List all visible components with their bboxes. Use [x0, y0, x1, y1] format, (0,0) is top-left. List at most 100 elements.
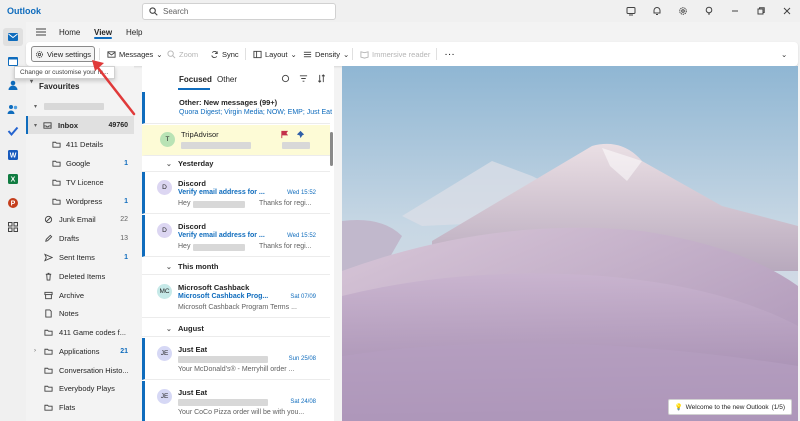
app-rail: W X P	[0, 22, 26, 421]
folder-applications[interactable]: › Applications 21	[26, 342, 134, 360]
tab-other[interactable]: Other	[217, 75, 237, 84]
folder-tv-licence[interactable]: TV Licence	[26, 173, 134, 191]
pencil-icon	[45, 234, 53, 242]
message-item[interactable]: D Discord Verify email address for ... W…	[142, 215, 330, 257]
message-item[interactable]: JE Just Eat Sat 24/08 Your CoCo Pizza or…	[142, 381, 330, 421]
tab-view[interactable]: View	[94, 28, 112, 37]
folder-google[interactable]: Google 1	[26, 154, 134, 172]
account-row[interactable]: ▾	[26, 97, 134, 115]
note-icon	[45, 308, 52, 318]
folder-sent-items[interactable]: Sent Items 1	[26, 248, 134, 266]
folder-411-game-codes[interactable]: 411 Game codes f...	[26, 323, 134, 341]
app-title: Outlook	[7, 6, 41, 16]
folder-411-details[interactable]: 411 Details	[26, 135, 134, 153]
folder-deleted-items[interactable]: Deleted Items	[26, 267, 134, 285]
folder-drafts[interactable]: Drafts 13	[26, 229, 134, 247]
scrollbar[interactable]	[330, 132, 333, 166]
zoom-button[interactable]: Zoom	[164, 46, 201, 62]
focused-underline	[178, 88, 210, 90]
folder-count: 49760	[108, 121, 128, 129]
folder-notes[interactable]: Notes	[26, 304, 134, 322]
gear-icon	[36, 50, 43, 58]
word-icon[interactable]: W	[3, 146, 23, 164]
more-options-button[interactable]: ···	[442, 46, 459, 62]
avatar: JE	[157, 389, 172, 404]
group-this-month[interactable]: ⌄ This month	[142, 259, 330, 275]
message-item[interactable]: JE Just Eat Sun 25/08 Your McDonald's® -…	[142, 338, 330, 380]
message-item[interactable]: D Discord Verify email address for ... W…	[142, 172, 330, 214]
layout-label: Layout	[265, 49, 288, 59]
filter-icon[interactable]	[299, 74, 308, 83]
folder-name: TV Licence	[66, 177, 104, 187]
sync-button[interactable]: Sync	[207, 46, 242, 62]
message-item[interactable]: MC Microsoft Cashback Microsoft Cashback…	[142, 276, 330, 318]
minimize-icon[interactable]	[722, 0, 748, 22]
messages-label: Messages	[119, 49, 154, 59]
pin-icon[interactable]	[296, 130, 305, 139]
hamburger-menu-icon[interactable]	[36, 28, 46, 38]
subject: Verify email address for ...	[178, 189, 265, 196]
sender: Discord	[178, 179, 206, 188]
messages-button[interactable]: Messages ⌄	[104, 46, 165, 62]
close-icon[interactable]	[774, 0, 800, 22]
group-label: August	[178, 324, 204, 333]
preview: Hey	[178, 200, 191, 207]
folder-junk-email[interactable]: Junk Email 22	[26, 210, 134, 228]
powerpoint-icon[interactable]: P	[3, 194, 23, 212]
group-yesterday[interactable]: ⌄ Yesterday	[142, 156, 330, 172]
meet-now-icon[interactable]	[618, 0, 644, 22]
collapse-ribbon-button[interactable]: ⌄	[778, 46, 790, 62]
chevron-down-icon: ▾	[30, 79, 34, 85]
avatar: D	[157, 223, 172, 238]
avatar: MC	[157, 284, 172, 299]
lightbulb-icon: 💡	[674, 404, 683, 411]
folder-archive[interactable]: Archive	[26, 286, 134, 304]
select-all-icon[interactable]	[281, 74, 290, 83]
mail-icon[interactable]	[3, 28, 23, 46]
group-august[interactable]: ⌄ August	[142, 321, 330, 337]
folder-everybody-plays[interactable]: Everybody Plays	[26, 379, 134, 397]
chevron-down-icon: ⌄	[781, 49, 788, 59]
divider	[99, 48, 100, 60]
excel-icon[interactable]: X	[3, 170, 23, 188]
immersive-reader-button[interactable]: Immersive reader	[357, 46, 433, 62]
folder-inbox[interactable]: ▾ Inbox 49760	[26, 116, 134, 134]
search-box[interactable]: Search	[142, 3, 336, 20]
message-item[interactable]: T TripAdvisor	[142, 125, 330, 156]
settings-gear-icon[interactable]	[670, 0, 696, 22]
folder-wordpress[interactable]: Wordpress 1	[26, 192, 134, 210]
todo-icon[interactable]	[3, 122, 23, 140]
restore-icon[interactable]	[748, 0, 774, 22]
notifications-bell-icon[interactable]	[644, 0, 670, 22]
folder-name: Deleted Items	[59, 271, 106, 281]
layout-icon	[253, 50, 262, 58]
toolbar: View settings Messages ⌄ Zoom Sync Layou…	[26, 42, 798, 66]
title-bar: Outlook Search	[0, 0, 800, 22]
flag-icon[interactable]	[280, 130, 289, 139]
view-settings-button[interactable]: View settings	[31, 46, 96, 62]
more-apps-icon[interactable]	[3, 218, 23, 236]
tab-focused[interactable]: Focused	[179, 75, 212, 84]
tab-home[interactable]: Home	[59, 28, 80, 37]
folder-flats[interactable]: Flats	[26, 398, 134, 416]
tab-help[interactable]: Help	[126, 28, 142, 37]
ribbon-tabs: Home View Help	[26, 22, 800, 42]
archive-icon	[44, 291, 53, 299]
groups-icon[interactable]	[3, 100, 23, 118]
date: Sat 07/09	[290, 294, 316, 300]
tips-lightbulb-icon[interactable]	[696, 0, 722, 22]
folder-name: Wordpress	[66, 196, 103, 206]
density-button[interactable]: Density ⌄	[300, 46, 352, 62]
other-banner[interactable]: Other: New messages (99+) Quora Digest; …	[142, 92, 332, 124]
sort-icon[interactable]	[317, 74, 326, 83]
folder-name: Notes	[59, 308, 79, 318]
redacted-account	[44, 102, 104, 110]
layout-button[interactable]: Layout ⌄	[250, 46, 300, 62]
welcome-banner[interactable]: 💡 Welcome to the new Outlook (1/5)	[667, 399, 792, 415]
divider	[436, 48, 437, 60]
folder-icon	[52, 141, 61, 148]
tab-view-underline	[94, 37, 112, 39]
folder-conversation-history[interactable]: Conversation Histo...	[26, 361, 134, 379]
subject: Microsoft Cashback Prog...	[178, 293, 269, 300]
folder-count: 1	[124, 197, 128, 205]
